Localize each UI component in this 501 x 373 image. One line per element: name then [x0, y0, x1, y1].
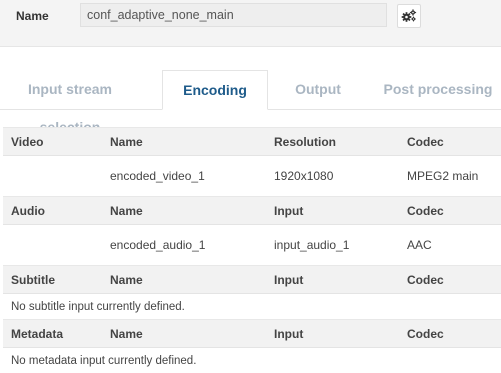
audio-row[interactable]: encoded_audio_1 input_audio_1 AAC [3, 225, 501, 266]
metadata-empty-row: No metadata input currently defined. [3, 348, 501, 373]
gears-icon [401, 9, 417, 23]
tab-post-processing[interactable]: Post processing [380, 70, 496, 110]
metadata-header-row: Metadata Name Input Codec [3, 320, 501, 348]
column-codec: Codec [399, 266, 501, 294]
video-header-row: Video Name Resolution Codec [3, 128, 501, 156]
column-input: Input [266, 266, 399, 294]
tab-encoding[interactable]: Encoding [162, 70, 268, 110]
video-name: encoded_video_1 [102, 156, 266, 197]
tab-output[interactable]: Output [282, 70, 354, 110]
subtitle-empty-row: No subtitle input currently defined. [3, 294, 501, 320]
audio-codec: AAC [399, 225, 501, 266]
metadata-empty-message: No metadata input currently defined. [3, 348, 501, 373]
column-name: Name [102, 128, 266, 156]
tab-bar: Input stream selection Encoding Output P… [0, 70, 501, 110]
video-codec: MPEG2 main [399, 156, 501, 197]
tab-input-stream-selection[interactable]: Input stream selection [0, 70, 140, 110]
column-name: Name [102, 266, 266, 294]
subtitle-section-label: Subtitle [3, 266, 102, 294]
audio-section-label: Audio [3, 197, 102, 225]
subtitle-header-row: Subtitle Name Input Codec [3, 266, 501, 294]
name-field[interactable]: conf_adaptive_none_main [80, 3, 387, 27]
video-resolution: 1920x1080 [266, 156, 399, 197]
column-name: Name [102, 197, 266, 225]
column-name: Name [102, 320, 266, 348]
column-input: Input [266, 320, 399, 348]
subtitle-empty-message: No subtitle input currently defined. [3, 294, 501, 320]
column-codec: Codec [399, 128, 501, 156]
column-input: Input [266, 197, 399, 225]
column-resolution: Resolution [266, 128, 399, 156]
video-section-label: Video [3, 128, 102, 156]
name-label: Name [16, 9, 49, 23]
settings-button[interactable] [397, 4, 421, 28]
column-codec: Codec [399, 197, 501, 225]
audio-input: input_audio_1 [266, 225, 399, 266]
video-row[interactable]: encoded_video_1 1920x1080 MPEG2 main [3, 156, 501, 197]
audio-name: encoded_audio_1 [102, 225, 266, 266]
config-header: Name conf_adaptive_none_main [0, 0, 501, 47]
column-codec: Codec [399, 320, 501, 348]
metadata-section-label: Metadata [3, 320, 102, 348]
audio-header-row: Audio Name Input Codec [3, 197, 501, 225]
encoding-table: Video Name Resolution Codec encoded_vide… [3, 127, 501, 373]
